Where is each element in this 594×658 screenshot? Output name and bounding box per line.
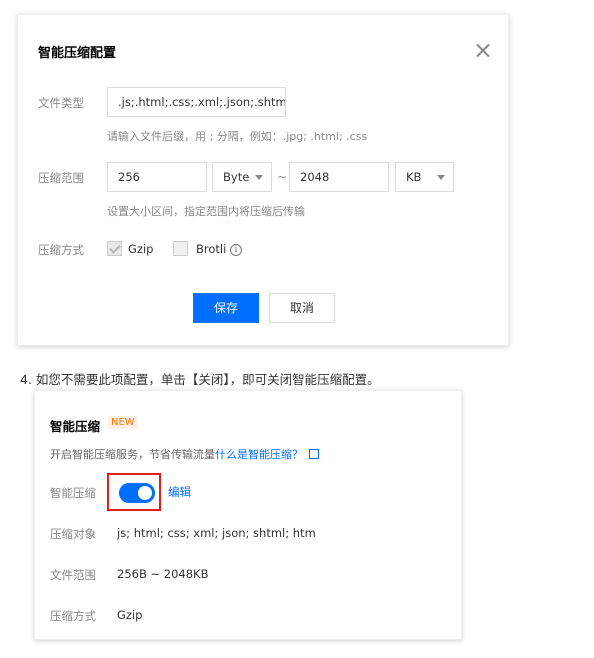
gzip-label: Gzip	[128, 242, 154, 256]
range-max-unit-select[interactable]: KB	[395, 162, 454, 192]
step-instruction: 4. 如您不需要此项配置，单击【关闭】，即可关闭智能压缩配置。	[20, 372, 380, 387]
target-label: 压缩对象	[50, 527, 96, 541]
save-button[interactable]: 保存	[193, 293, 259, 323]
caret-down-icon	[255, 175, 263, 180]
external-link-icon[interactable]	[309, 449, 319, 459]
close-icon[interactable]	[476, 43, 490, 57]
range-hint: 设置大小区间，指定范围内将压缩后传输	[107, 205, 305, 218]
range-min-unit-value: Byte	[223, 170, 250, 184]
edit-link[interactable]: 编辑	[168, 484, 191, 500]
method-label: 压缩方式	[38, 243, 84, 257]
file-type-input[interactable]: .js;.html;.css;.xml;.json;.shtml;	[107, 87, 286, 117]
range-max-unit-value: KB	[406, 170, 422, 184]
card-method-label: 压缩方式	[50, 609, 96, 623]
range-label: 压缩范围	[38, 171, 84, 185]
file-range-value: 256B ~ 2048KB	[117, 567, 209, 581]
range-separator: ~	[277, 170, 288, 184]
smart-compression-card: 智能压缩 NEW 开启智能压缩服务，节省传输流量什么是智能压缩？ 智能压缩 编辑…	[34, 390, 462, 640]
toggle-knob	[138, 486, 152, 500]
card-method-value: Gzip	[117, 608, 143, 622]
caret-down-icon	[437, 175, 445, 180]
card-title: 智能压缩	[50, 419, 101, 434]
toggle-label: 智能压缩	[50, 486, 96, 500]
file-type-hint: 请输入文件后缀，用 ; 分隔，例如：.jpg; .html; .css	[107, 130, 368, 143]
card-description: 开启智能压缩服务，节省传输流量什么是智能压缩？	[50, 446, 319, 462]
desc-text: 开启智能压缩服务，节省传输流量	[50, 448, 215, 461]
what-is-link[interactable]: 什么是智能压缩？	[215, 448, 303, 461]
range-min-unit-select[interactable]: Byte	[212, 162, 272, 192]
brotli-label: Brotli	[196, 242, 227, 256]
file-range-label: 文件范围	[50, 568, 96, 582]
compression-config-dialog: 智能压缩配置 文件类型 .js;.html;.css;.xml;.json;.s…	[17, 14, 509, 346]
compression-toggle[interactable]	[119, 483, 155, 503]
gzip-checkbox[interactable]	[107, 241, 122, 256]
file-type-label: 文件类型	[38, 96, 84, 110]
range-max-input[interactable]: 2048	[289, 162, 389, 192]
brotli-checkbox[interactable]	[173, 241, 188, 256]
range-min-input[interactable]: 256	[107, 162, 207, 192]
info-icon[interactable]: i	[230, 244, 242, 256]
target-value: js; html; css; xml; json; shtml; htm	[117, 526, 316, 540]
new-badge: NEW	[108, 416, 138, 429]
dialog-title: 智能压缩配置	[38, 46, 117, 61]
cancel-button[interactable]: 取消	[269, 293, 335, 323]
